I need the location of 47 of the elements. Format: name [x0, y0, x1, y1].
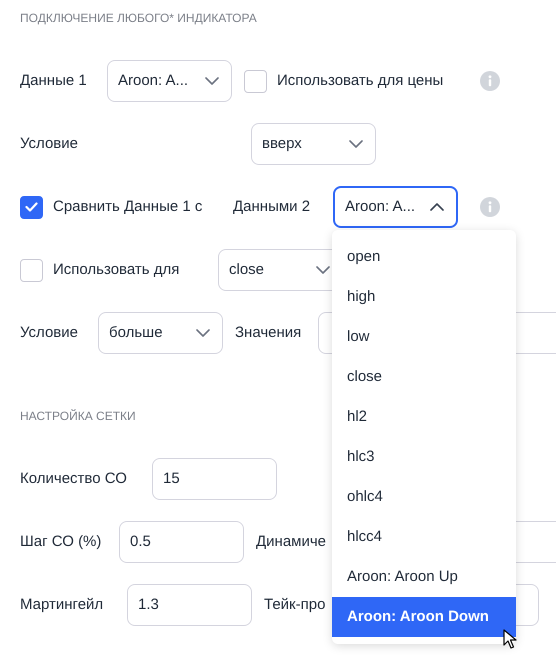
dropdown-option[interactable]: Aroon: Aroon Down — [332, 597, 516, 637]
checkbox-label: Использовать для — [53, 260, 180, 280]
dropdown-option[interactable]: hlc3 — [332, 437, 516, 477]
check-icon — [25, 202, 38, 212]
field-label: Данные 1 — [20, 70, 88, 91]
field-label: Мартингейл — [20, 594, 104, 615]
section-title: НАСТРОЙКА СЕТКИ — [20, 408, 136, 425]
input-field[interactable]: 15 — [152, 458, 277, 500]
dropdown-option[interactable]: hlcc4 — [332, 517, 516, 557]
chevron-down-icon — [316, 266, 330, 274]
select-value: close — [229, 260, 264, 280]
input-value: 1.3 — [138, 594, 159, 615]
chevron-up-icon — [430, 203, 444, 211]
dropdown-option[interactable]: low — [332, 317, 516, 357]
checkbox-label: Сравнить Данные 1 с — [53, 196, 202, 217]
select-dropdown[interactable]: Aroon: A... — [107, 60, 232, 102]
dropdown-option[interactable]: close — [332, 357, 516, 397]
field-label: Шаг СО (%) — [20, 532, 102, 552]
dropdown-option[interactable]: hl2 — [332, 397, 516, 437]
input-field[interactable]: 0.5 — [119, 521, 244, 563]
checkbox[interactable] — [20, 258, 43, 282]
field-label: Данными 2 — [233, 196, 312, 217]
checkbox[interactable] — [244, 70, 267, 92]
field-label: Условие — [20, 134, 79, 154]
select-dropdown[interactable]: больше — [98, 312, 223, 354]
info-icon[interactable] — [480, 197, 500, 217]
checkbox[interactable] — [20, 196, 43, 218]
dropdown-option[interactable]: Aroon: Aroon Up — [332, 557, 516, 597]
checkbox-label: Использовать для цены — [277, 70, 444, 91]
select-value: больше — [109, 322, 163, 343]
dropdown-option[interactable]: ohlc4 — [332, 477, 516, 517]
select-dropdown[interactable]: вверх — [251, 123, 376, 165]
chevron-down-icon — [205, 77, 219, 85]
chevron-down-icon — [196, 329, 210, 337]
info-icon[interactable] — [480, 71, 500, 91]
section-title: ПОДКЛЮЧЕНИЕ ЛЮБОГО* ИНДИКАТОРА — [20, 10, 257, 27]
select-value: Aroon: A... — [118, 70, 188, 91]
select-dropdown[interactable]: Aroon: A... — [333, 186, 458, 228]
field-label: Значения — [235, 322, 302, 343]
select-value: Aroon: A... — [345, 196, 416, 217]
input-value: 0.5 — [130, 532, 151, 552]
input-value: 15 — [163, 468, 180, 489]
chevron-down-icon — [349, 140, 363, 148]
field-label: Условие — [20, 322, 79, 343]
select-value: вверх — [262, 134, 302, 154]
input-field[interactable]: 1.3 — [127, 584, 252, 626]
field-label: Количество СО — [20, 468, 128, 489]
